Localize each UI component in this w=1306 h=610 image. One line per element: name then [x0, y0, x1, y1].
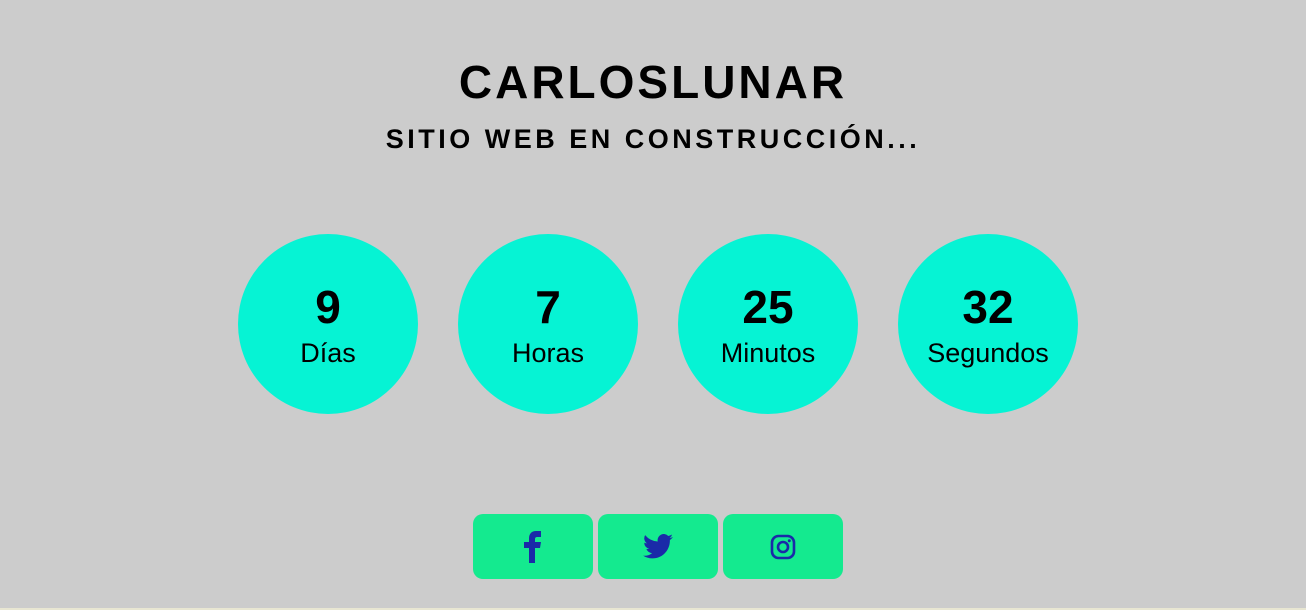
hours-label: Horas — [511, 338, 585, 368]
facebook-icon — [524, 530, 541, 563]
construction-subtitle: SITIO WEB EN CONSTRUCCIÓN... — [385, 124, 921, 155]
seconds-value: 32 — [962, 281, 1014, 333]
countdown-timer: 9 Días 7 Horas 25 Minutos 32 Segundos — [238, 234, 1078, 414]
social-links — [473, 514, 843, 579]
countdown-seconds: 32 Segundos — [898, 234, 1078, 414]
twitter-icon — [643, 534, 673, 559]
instagram-icon — [770, 534, 796, 559]
minutes-label: Minutos — [720, 338, 816, 368]
countdown-hours: 7 Horas — [458, 234, 638, 414]
seconds-label: Segundos — [927, 338, 1049, 368]
twitter-button[interactable] — [598, 514, 718, 579]
site-title: CARLOSLUNAR — [458, 55, 848, 108]
facebook-button[interactable] — [473, 514, 593, 579]
hours-value: 7 — [535, 281, 561, 333]
days-value: 9 — [315, 281, 341, 333]
countdown-minutes: 25 Minutos — [678, 234, 858, 414]
instagram-button[interactable] — [723, 514, 843, 579]
minutes-value: 25 — [742, 281, 794, 333]
countdown-days: 9 Días — [238, 234, 418, 414]
days-label: Días — [300, 338, 356, 368]
